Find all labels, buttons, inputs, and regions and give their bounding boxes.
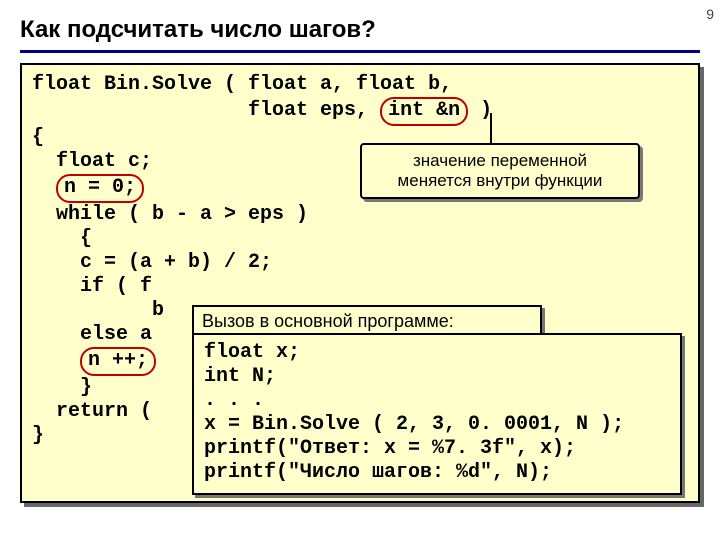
- highlight-n-pp: n ++;: [80, 347, 156, 376]
- code-l13: }: [32, 376, 92, 399]
- code-l7: {: [32, 227, 92, 250]
- code-l2a: float eps,: [32, 99, 380, 122]
- connector-line-1: [490, 113, 492, 145]
- callout2-l1: float x;: [204, 341, 300, 364]
- code-l2c: ): [468, 99, 492, 122]
- code-l4: float c;: [32, 150, 152, 173]
- title-underline: [20, 50, 700, 53]
- code-l8: c = (a + b) / 2;: [32, 251, 272, 274]
- callout2-l3: . . .: [204, 389, 264, 412]
- highlight-n-0: n = 0;: [56, 174, 144, 203]
- content-area: float Bin.Solve ( float a, float b, floa…: [20, 63, 700, 513]
- callout2-l5: printf("Ответ: x = %7. 3f", x);: [204, 437, 576, 460]
- callout1-line1: значение переменной: [372, 151, 628, 171]
- code-l5a: [32, 176, 56, 199]
- highlight-int-n: int &n: [380, 97, 468, 126]
- page-number: 9: [706, 6, 714, 22]
- code-l6: while ( b - a > eps ): [32, 203, 308, 226]
- callout2-l6: printf("Число шагов: %d", N);: [204, 461, 552, 484]
- callout1-line2: меняется внутри функции: [372, 171, 628, 191]
- slide-title: Как подсчитать число шагов?: [0, 0, 720, 50]
- callout2-header: Вызов в основной программе:: [192, 305, 542, 336]
- code-l3: {: [32, 126, 44, 149]
- callout-variable-meaning: значение переменной меняется внутри функ…: [360, 143, 640, 199]
- code-l10: b: [32, 299, 164, 322]
- callout2-code: float x; int N; . . . x = Bin.Solve ( 2,…: [192, 333, 682, 495]
- code-l1: float Bin.Solve ( float a, float b,: [32, 73, 452, 96]
- code-l12a: [32, 349, 80, 372]
- callout2-l2: int N;: [204, 365, 276, 388]
- code-l15: }: [32, 424, 44, 447]
- code-l14: return (: [32, 400, 152, 423]
- callout2-l4: x = Bin.Solve ( 2, 3, 0. 0001, N );: [204, 413, 624, 436]
- code-l9: if ( f: [32, 275, 152, 298]
- code-l11: else a: [32, 323, 152, 346]
